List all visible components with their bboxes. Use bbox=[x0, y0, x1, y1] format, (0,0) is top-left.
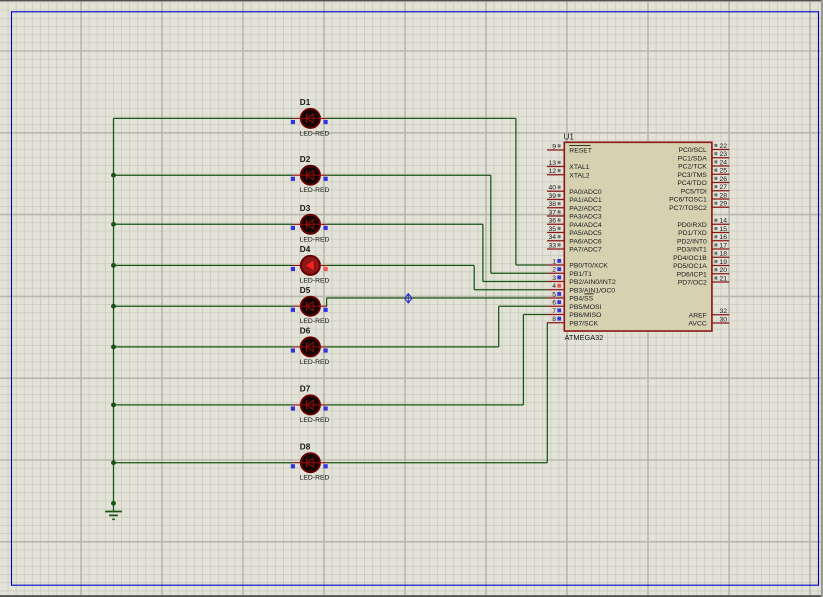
svg-text:U1: U1 bbox=[564, 132, 575, 141]
svg-text:15: 15 bbox=[720, 226, 728, 233]
svg-text:PD6/ICP1: PD6/ICP1 bbox=[677, 271, 707, 278]
svg-text:9: 9 bbox=[552, 143, 556, 150]
svg-text:22: 22 bbox=[720, 143, 728, 150]
svg-text:33: 33 bbox=[548, 242, 556, 249]
svg-text:PB5/MOSI: PB5/MOSI bbox=[569, 304, 601, 311]
svg-text:PA4/ADC4: PA4/ADC4 bbox=[569, 222, 602, 229]
svg-text:PB7/SCK: PB7/SCK bbox=[569, 320, 598, 327]
svg-text:D5: D5 bbox=[300, 286, 311, 295]
svg-text:PD0/RXD: PD0/RXD bbox=[677, 222, 707, 229]
svg-text:PC2/TCK: PC2/TCK bbox=[678, 164, 707, 171]
svg-text:34: 34 bbox=[548, 234, 556, 241]
svg-text:RESET: RESET bbox=[569, 148, 592, 155]
svg-text:35: 35 bbox=[548, 226, 556, 233]
svg-text:LED-RED: LED-RED bbox=[300, 277, 330, 284]
svg-text:29: 29 bbox=[720, 201, 728, 208]
svg-text:LED-RED: LED-RED bbox=[300, 187, 330, 194]
svg-text:PA2/ADC2: PA2/ADC2 bbox=[569, 205, 602, 212]
svg-text:17: 17 bbox=[720, 242, 728, 249]
svg-text:PB2/AIN0/INT2: PB2/AIN0/INT2 bbox=[569, 279, 616, 286]
svg-text:D6: D6 bbox=[300, 327, 311, 336]
svg-text:PC5/TDI: PC5/TDI bbox=[681, 188, 707, 195]
svg-text:30: 30 bbox=[720, 316, 728, 323]
svg-text:37: 37 bbox=[548, 209, 556, 216]
svg-text:PA6/ADC6: PA6/ADC6 bbox=[569, 238, 602, 245]
svg-text:6: 6 bbox=[552, 300, 556, 307]
svg-text:3: 3 bbox=[552, 275, 556, 282]
svg-text:2: 2 bbox=[552, 267, 556, 274]
svg-text:PB1/T1: PB1/T1 bbox=[569, 271, 592, 278]
svg-text:PB6/MISO: PB6/MISO bbox=[569, 312, 601, 319]
svg-text:39: 39 bbox=[548, 193, 556, 200]
svg-text:13: 13 bbox=[548, 160, 556, 167]
svg-text:D2: D2 bbox=[300, 155, 311, 164]
svg-text:21: 21 bbox=[720, 275, 728, 282]
svg-text:PC4/TDO: PC4/TDO bbox=[677, 180, 706, 187]
svg-text:LED-RED: LED-RED bbox=[300, 359, 330, 366]
svg-text:7: 7 bbox=[552, 308, 556, 315]
svg-text:PD2/INT0: PD2/INT0 bbox=[677, 238, 707, 245]
svg-text:40: 40 bbox=[548, 185, 556, 192]
svg-text:AVCC: AVCC bbox=[688, 321, 706, 328]
svg-text:19: 19 bbox=[720, 259, 728, 266]
svg-text:D3: D3 bbox=[300, 204, 311, 213]
svg-text:PC1/SDA: PC1/SDA bbox=[678, 155, 708, 162]
svg-text:PD4/OC1B: PD4/OC1B bbox=[673, 255, 707, 262]
svg-text:36: 36 bbox=[548, 218, 556, 225]
svg-text:AREF: AREF bbox=[689, 312, 707, 319]
svg-text:PD7/OC2: PD7/OC2 bbox=[678, 280, 707, 287]
svg-text:D7: D7 bbox=[300, 385, 311, 394]
svg-text:LED-RED: LED-RED bbox=[300, 236, 330, 243]
svg-text:14: 14 bbox=[720, 218, 728, 225]
svg-text:16: 16 bbox=[720, 234, 728, 241]
svg-text:12: 12 bbox=[548, 168, 556, 175]
svg-text:24: 24 bbox=[720, 159, 728, 166]
svg-text:PC3/TMS: PC3/TMS bbox=[677, 172, 707, 179]
svg-text:LED-RED: LED-RED bbox=[300, 318, 330, 325]
svg-text:D1: D1 bbox=[300, 98, 311, 107]
svg-text:20: 20 bbox=[720, 267, 728, 274]
svg-text:26: 26 bbox=[720, 176, 728, 183]
svg-text:XTAL1: XTAL1 bbox=[569, 164, 589, 171]
svg-text:PC6/TOSC1: PC6/TOSC1 bbox=[669, 197, 707, 204]
svg-text:PD3/INT1: PD3/INT1 bbox=[677, 247, 707, 254]
svg-text:D4: D4 bbox=[300, 245, 311, 254]
svg-text:ATMEGA32: ATMEGA32 bbox=[565, 333, 604, 342]
svg-text:PA0/ADC0: PA0/ADC0 bbox=[569, 189, 602, 196]
svg-text:1: 1 bbox=[552, 258, 556, 265]
svg-text:PA3/ADC3: PA3/ADC3 bbox=[569, 214, 602, 221]
svg-text:PA1/ADC1: PA1/ADC1 bbox=[569, 197, 602, 204]
svg-text:PD1/TXD: PD1/TXD bbox=[678, 230, 707, 237]
svg-text:18: 18 bbox=[720, 251, 728, 258]
svg-text:PA5/ADC5: PA5/ADC5 bbox=[569, 230, 602, 237]
svg-text:23: 23 bbox=[720, 151, 728, 158]
svg-text:PD5/OC1A: PD5/OC1A bbox=[673, 263, 707, 270]
svg-text:25: 25 bbox=[720, 168, 728, 175]
svg-text:5: 5 bbox=[552, 291, 556, 298]
svg-text:28: 28 bbox=[720, 192, 728, 199]
svg-text:27: 27 bbox=[720, 184, 728, 191]
svg-text:32: 32 bbox=[720, 308, 728, 315]
svg-text:LED-RED: LED-RED bbox=[300, 130, 330, 137]
svg-text:D8: D8 bbox=[300, 442, 311, 451]
svg-text:PB0/T0/XCK: PB0/T0/XCK bbox=[569, 263, 608, 270]
svg-text:4: 4 bbox=[552, 283, 556, 290]
svg-text:PA7/ADC7: PA7/ADC7 bbox=[569, 247, 602, 254]
svg-text:PC0/SCL: PC0/SCL bbox=[678, 147, 707, 154]
svg-text:XTAL2: XTAL2 bbox=[569, 172, 589, 179]
svg-text:8: 8 bbox=[552, 316, 556, 323]
svg-text:PB4/SS: PB4/SS bbox=[569, 296, 593, 303]
svg-text:LED-RED: LED-RED bbox=[300, 417, 330, 424]
svg-text:38: 38 bbox=[548, 201, 556, 208]
svg-text:LED-RED: LED-RED bbox=[300, 475, 330, 482]
svg-text:PB3/AIN1/OC0: PB3/AIN1/OC0 bbox=[569, 287, 615, 294]
svg-text:PC7/TOSC2: PC7/TOSC2 bbox=[669, 205, 707, 212]
